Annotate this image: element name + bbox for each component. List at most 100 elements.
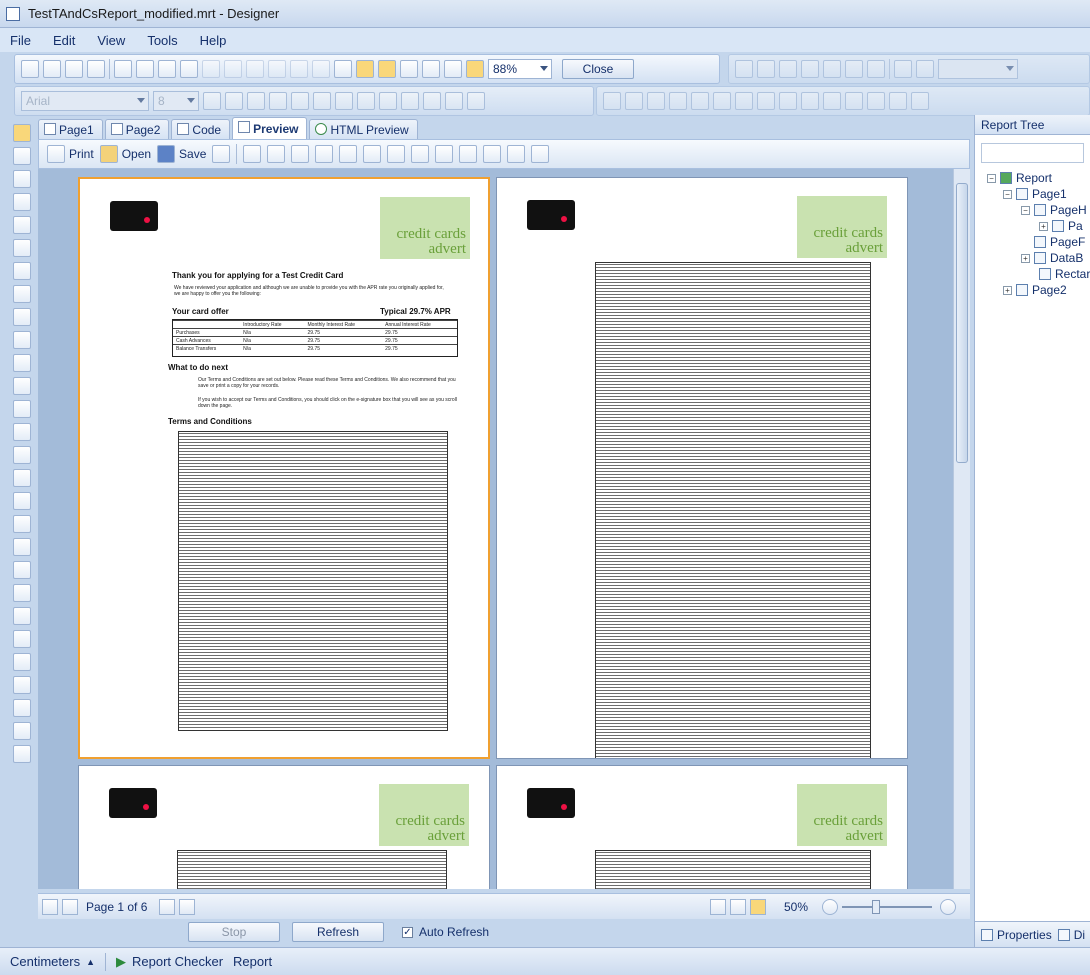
- open-icon[interactable]: [43, 60, 61, 78]
- stop-button[interactable]: Stop: [188, 922, 280, 942]
- tree-node-report[interactable]: − Report: [987, 171, 1052, 185]
- align-left-icon[interactable]: [269, 92, 287, 110]
- border-none-icon[interactable]: [845, 60, 863, 78]
- tab-properties[interactable]: Properties: [981, 928, 1052, 942]
- cross-band-icon[interactable]: [13, 239, 31, 257]
- vertical-scrollbar[interactable]: [953, 169, 970, 889]
- align-center-icon[interactable]: [291, 92, 309, 110]
- justify-icon[interactable]: [335, 92, 353, 110]
- subreport-icon[interactable]: [13, 538, 31, 556]
- next-page-button[interactable]: [159, 898, 176, 915]
- header-band-icon[interactable]: [13, 285, 31, 303]
- footer-band-icon[interactable]: [13, 308, 31, 326]
- tree-node-panel[interactable]: + Pa: [1039, 219, 1083, 233]
- previous-page-button[interactable]: [62, 898, 78, 915]
- one-page-view-icon[interactable]: [709, 898, 726, 915]
- expand-icon[interactable]: +: [1039, 221, 1048, 231]
- border-right-icon[interactable]: [779, 60, 797, 78]
- grid-icon[interactable]: [356, 60, 374, 78]
- page-width-view-icon[interactable]: [729, 898, 746, 915]
- border-left-icon[interactable]: [757, 60, 775, 78]
- fill-color-icon[interactable]: [894, 60, 912, 78]
- zoom-slider[interactable]: [842, 899, 932, 914]
- tab-page2[interactable]: Page2: [104, 119, 170, 139]
- tab-dictionary[interactable]: Di: [1057, 928, 1085, 942]
- settings-icon[interactable]: [13, 745, 31, 763]
- save-button[interactable]: Save: [157, 145, 206, 163]
- units-selector[interactable]: Centimeters ▲: [10, 954, 95, 969]
- copy-icon[interactable]: [268, 60, 286, 78]
- collapse-icon[interactable]: −: [987, 173, 996, 183]
- tab-code[interactable]: Code: [171, 119, 231, 139]
- open-button[interactable]: Open: [99, 145, 151, 163]
- single-page-icon[interactable]: [435, 145, 454, 163]
- zoom-out-icon[interactable]: [822, 898, 838, 915]
- delete-page-icon[interactable]: [158, 60, 176, 78]
- tree-node-page2[interactable]: + Page2: [1003, 283, 1067, 297]
- menu-tools[interactable]: Tools: [147, 33, 177, 48]
- menu-help[interactable]: Help: [200, 33, 227, 48]
- rectangle-icon[interactable]: [13, 676, 31, 694]
- tree-node-pageheader[interactable]: − PageH: [1021, 203, 1087, 217]
- image-icon[interactable]: [13, 423, 31, 441]
- redo-icon[interactable]: [224, 60, 242, 78]
- bold-icon[interactable]: [203, 92, 221, 110]
- pointer-icon[interactable]: [13, 124, 31, 142]
- valign-top-icon[interactable]: [357, 92, 375, 110]
- thumbnails-icon[interactable]: [363, 145, 382, 163]
- collapse-icon[interactable]: −: [1003, 189, 1012, 199]
- align-middles-icon[interactable]: [691, 92, 709, 110]
- valign-middle-icon[interactable]: [379, 92, 397, 110]
- page-border-icon[interactable]: [400, 60, 418, 78]
- rich-text-icon[interactable]: [13, 400, 31, 418]
- barcode-icon[interactable]: [13, 446, 31, 464]
- bring-to-front-icon[interactable]: [823, 92, 841, 110]
- report-label[interactable]: Report: [233, 954, 272, 969]
- last-page-button[interactable]: [179, 898, 196, 915]
- align-centers-icon[interactable]: [625, 92, 643, 110]
- send-to-back-icon[interactable]: [845, 92, 863, 110]
- menu-view[interactable]: View: [97, 33, 125, 48]
- rotate-icon[interactable]: [423, 92, 441, 110]
- undo-icon[interactable]: [202, 60, 220, 78]
- tree-search-input[interactable]: [981, 143, 1084, 163]
- table-icon[interactable]: [13, 492, 31, 510]
- send-email-icon[interactable]: [212, 145, 231, 163]
- select-all-icon[interactable]: [334, 60, 352, 78]
- vertical-line-icon[interactable]: [13, 653, 31, 671]
- auto-refresh-checkbox[interactable]: ✓ Auto Refresh: [402, 925, 489, 939]
- tree-node-page1[interactable]: − Page1: [1003, 187, 1067, 201]
- new-page-icon[interactable]: [114, 60, 132, 78]
- report-page-4[interactable]: credit cards advert: [496, 765, 908, 889]
- zoom-slider-thumb[interactable]: [872, 899, 880, 914]
- multiple-pages-icon[interactable]: [483, 145, 502, 163]
- italic-icon[interactable]: [225, 92, 243, 110]
- text-color-icon[interactable]: [445, 92, 463, 110]
- band-icon[interactable]: [13, 216, 31, 234]
- move-backward-icon[interactable]: [889, 92, 907, 110]
- format-icon[interactable]: [467, 92, 485, 110]
- make-same-width-icon[interactable]: [735, 92, 753, 110]
- page-setup-icon[interactable]: [315, 145, 334, 163]
- page-setup-icon[interactable]: [180, 60, 198, 78]
- align-tops-icon[interactable]: [669, 92, 687, 110]
- group-header-icon[interactable]: [13, 331, 31, 349]
- move-forward-icon[interactable]: [867, 92, 885, 110]
- paste-icon[interactable]: [290, 60, 308, 78]
- report-checker-button[interactable]: ▶ Report Checker: [116, 954, 223, 970]
- align-rights-icon[interactable]: [647, 92, 665, 110]
- shadow-icon[interactable]: [867, 60, 885, 78]
- edit-icon[interactable]: [291, 145, 310, 163]
- expand-icon[interactable]: +: [1003, 285, 1012, 295]
- zip-code-icon[interactable]: [13, 607, 31, 625]
- expand-icon[interactable]: +: [1021, 253, 1030, 263]
- report-page-3[interactable]: credit cards advert: [78, 765, 490, 889]
- horizontal-line-icon[interactable]: [13, 630, 31, 648]
- tree-node-pagefooter[interactable]: PageF: [1034, 235, 1085, 249]
- group-footer-icon[interactable]: [13, 354, 31, 372]
- show-headers-icon[interactable]: [444, 60, 462, 78]
- underline-icon[interactable]: [247, 92, 265, 110]
- report-page-2[interactable]: credit cards advert: [496, 177, 908, 759]
- find-icon[interactable]: [411, 145, 430, 163]
- data-band-icon[interactable]: [13, 262, 31, 280]
